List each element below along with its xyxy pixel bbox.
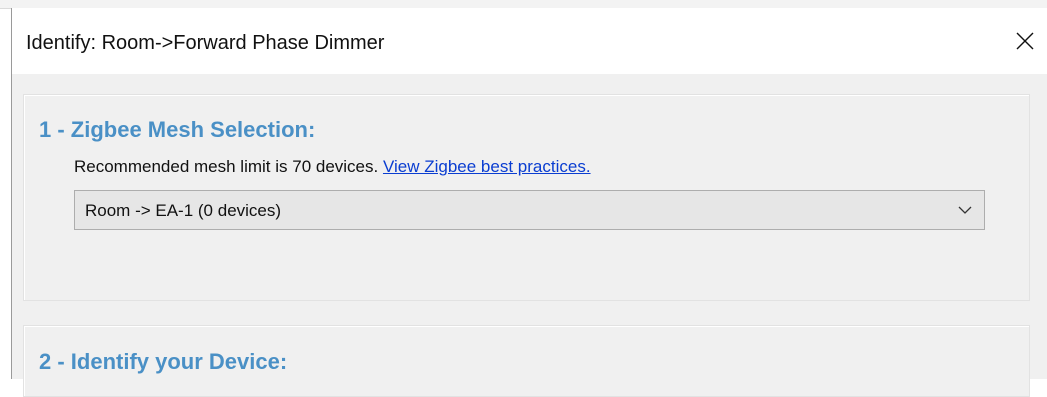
- mesh-select-dropdown[interactable]: Room -> EA-1 (0 devices): [74, 190, 985, 230]
- mesh-limit-description: Recommended mesh limit is 70 devices. Vi…: [74, 157, 591, 177]
- mesh-limit-text: Recommended mesh limit is 70 devices.: [74, 157, 383, 176]
- zigbee-best-practices-link[interactable]: View Zigbee best practices.: [383, 157, 591, 176]
- mesh-select-value: Room -> EA-1 (0 devices): [85, 201, 282, 220]
- close-icon: [1016, 32, 1034, 50]
- close-button[interactable]: [1002, 14, 1047, 68]
- zigbee-mesh-selection-group: 1 - Zigbee Mesh Selection: Recommended m…: [23, 94, 1030, 301]
- dialog-title: Identify: Room->Forward Phase Dimmer: [26, 32, 385, 54]
- chevron-down-icon: [958, 206, 972, 214]
- identify-device-heading: 2 - Identify your Device:: [39, 349, 288, 374]
- identify-dialog: Identify: Room->Forward Phase Dimmer 1 -…: [11, 8, 1047, 397]
- mesh-selection-heading: 1 - Zigbee Mesh Selection:: [39, 117, 316, 142]
- title-bar: Identify: Room->Forward Phase Dimmer: [12, 8, 1047, 74]
- identify-device-group: 2 - Identify your Device:: [23, 325, 1030, 397]
